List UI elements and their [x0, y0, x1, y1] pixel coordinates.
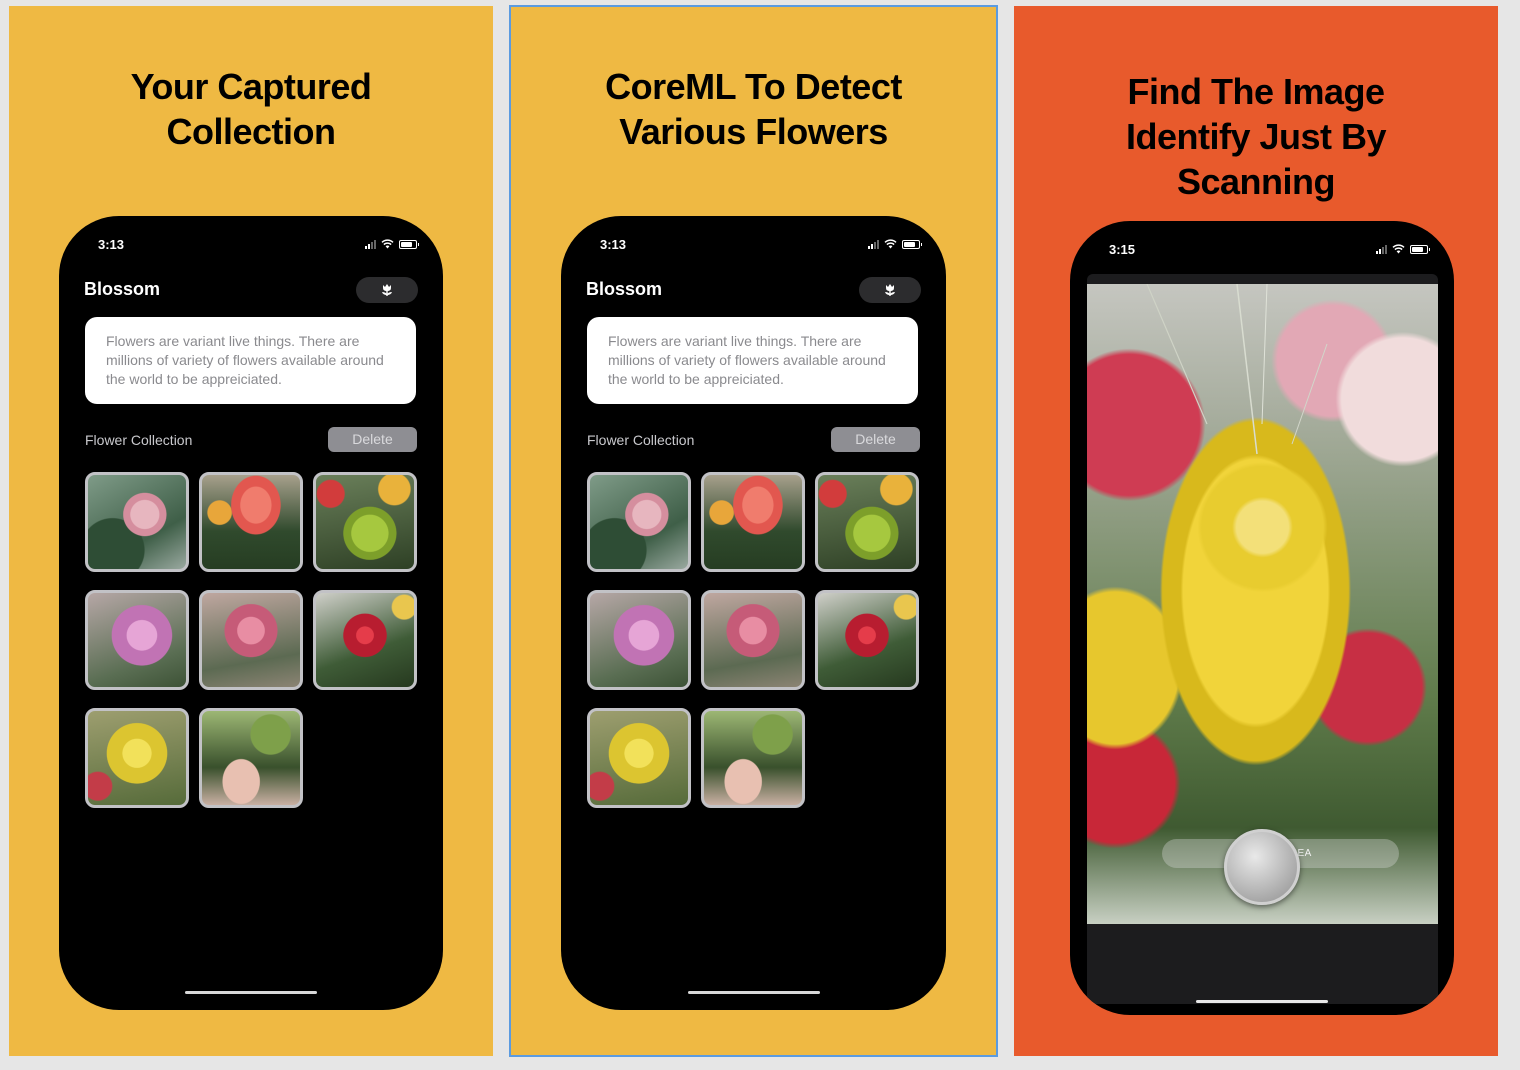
section-label: Flower Collection — [85, 432, 193, 448]
camera-bottom-bar — [1087, 924, 1438, 1004]
flower-thumbnail[interactable] — [199, 590, 303, 690]
shutter-button[interactable] — [1224, 829, 1300, 905]
section-label: Flower Collection — [587, 432, 695, 448]
phone-mockup: 3:13 Blossom Flowers are variant live th… — [59, 216, 443, 1010]
signal-icon — [868, 240, 879, 249]
scan-flower-button[interactable] — [356, 277, 418, 303]
flower-thumbnail[interactable] — [587, 708, 691, 808]
flower-thumbnail[interactable] — [313, 590, 417, 690]
flower-thumbnail[interactable] — [85, 590, 189, 690]
wifi-icon — [1392, 244, 1405, 254]
battery-icon — [1410, 245, 1430, 254]
signal-icon — [1376, 245, 1387, 254]
flower-thumbnail[interactable] — [701, 472, 805, 572]
delete-button[interactable]: Delete — [831, 427, 920, 452]
battery-icon — [399, 240, 419, 249]
panel-headline: Find The Image Identify Just By Scanning — [1125, 71, 1387, 202]
flower-thumbnail[interactable] — [85, 708, 189, 808]
status-icons — [1376, 244, 1430, 254]
promo-panel-2: CoreML To Detect Various Flowers 3:13 Bl… — [509, 5, 998, 1057]
flower-thumbnail[interactable] — [815, 590, 919, 690]
flower-thumbnail[interactable] — [701, 590, 805, 690]
panel-headline: CoreML To Detect Various Flowers — [605, 66, 902, 152]
description-card: Flowers are variant live things. There a… — [587, 317, 918, 404]
panel-headline: Your Captured Collection — [130, 66, 372, 152]
promo-panel-1: Your Captured Collection 3:13 Blossom Fl… — [9, 6, 493, 1056]
status-time: 3:15 — [1109, 242, 1136, 257]
flower-thumbnail[interactable] — [199, 472, 303, 572]
description-card: Flowers are variant live things. There a… — [85, 317, 416, 404]
flower-stems — [1146, 284, 1328, 455]
wifi-icon — [381, 239, 394, 249]
flower-thumbnail[interactable] — [587, 472, 691, 572]
flower-thumbnail[interactable] — [199, 708, 303, 808]
scan-flower-button[interactable] — [859, 277, 921, 303]
status-icons — [365, 239, 419, 249]
home-indicator[interactable] — [687, 991, 820, 994]
home-indicator[interactable] — [1196, 1000, 1328, 1003]
battery-icon — [902, 240, 922, 249]
home-indicator[interactable] — [185, 991, 317, 994]
wifi-icon — [884, 239, 897, 249]
phone-mockup: 3:13 Blossom Flowers are variant live th… — [561, 216, 946, 1010]
flower-thumbnail[interactable] — [701, 708, 805, 808]
phone-mockup: 3:15 SWEET PEA — [1070, 221, 1454, 1015]
camera-top-strip — [1087, 274, 1438, 284]
flower-thumbnail[interactable] — [85, 472, 189, 572]
flower-thumbnail[interactable] — [313, 472, 417, 572]
tulip-icon — [382, 284, 392, 296]
status-icons — [868, 239, 922, 249]
app-title: Blossom — [84, 279, 161, 299]
flower-thumbnail[interactable] — [587, 590, 691, 690]
promo-panel-3: Find The Image Identify Just By Scanning… — [1014, 6, 1498, 1056]
tulip-icon — [885, 284, 895, 296]
status-time: 3:13 — [98, 237, 125, 252]
app-title: Blossom — [586, 279, 663, 299]
camera-preview[interactable]: SWEET PEA — [1087, 284, 1438, 924]
delete-button[interactable]: Delete — [328, 427, 417, 452]
status-time: 3:13 — [600, 237, 627, 252]
flower-thumbnail[interactable] — [815, 472, 919, 572]
signal-icon — [365, 240, 376, 249]
